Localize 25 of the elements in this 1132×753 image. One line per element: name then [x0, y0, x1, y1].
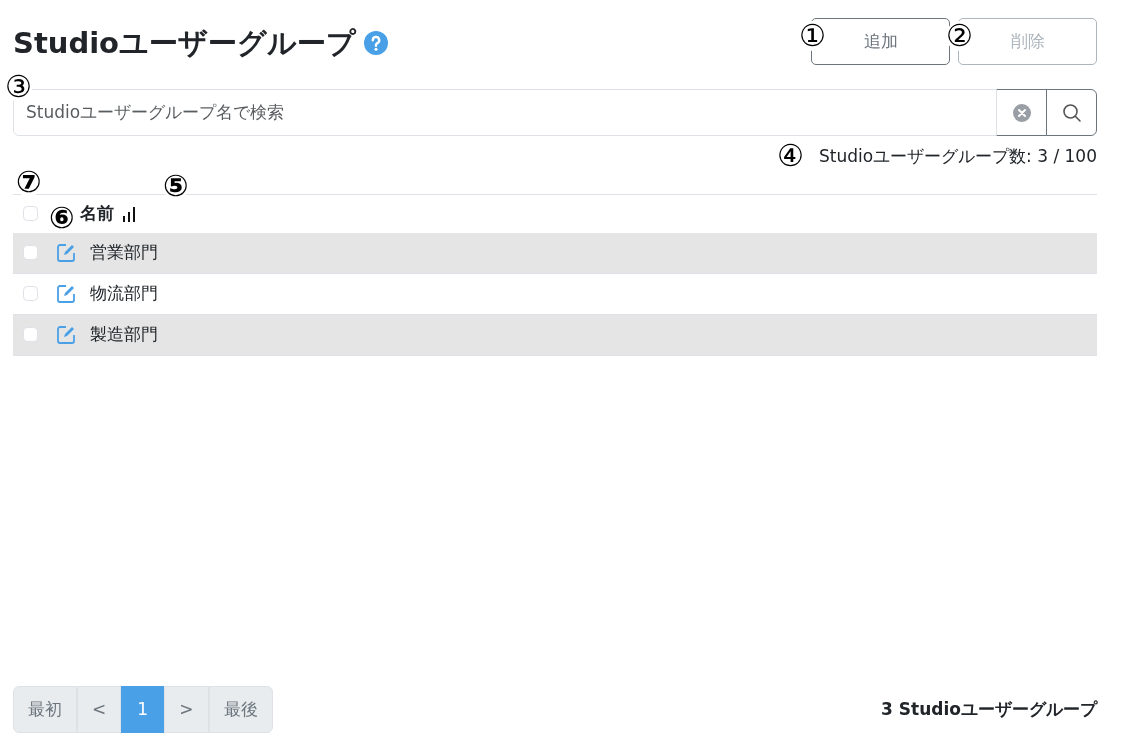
help-icon[interactable]	[364, 31, 389, 56]
search-icon	[1061, 102, 1082, 123]
page-button[interactable]: 最後	[208, 686, 273, 733]
row-checkbox[interactable]	[23, 327, 38, 342]
group-name: 物流部門	[90, 281, 158, 305]
select-all-checkbox[interactable]	[23, 206, 38, 221]
group-name: 営業部門	[90, 240, 158, 264]
callout-number: ③	[5, 72, 32, 102]
callout-number: ①	[799, 21, 826, 51]
group-name: 製造部門	[90, 322, 158, 346]
edit-icon[interactable]	[56, 283, 76, 304]
page-button[interactable]: <	[77, 686, 122, 733]
search-button[interactable]	[1046, 89, 1097, 136]
page-button[interactable]: 1	[121, 686, 165, 733]
column-header: 名前	[80, 201, 114, 225]
edit-icon[interactable]	[56, 242, 76, 263]
page-button[interactable]: 最初	[13, 686, 77, 733]
edit-icon[interactable]	[56, 324, 76, 345]
row-checkbox[interactable]	[23, 245, 38, 260]
page-button[interactable]: >	[164, 686, 209, 733]
page-title: Studioユーザーグループ	[13, 26, 357, 61]
total-count: 3 Studioユーザーグループ	[881, 697, 1097, 721]
group-count: Studioユーザーグループ数: 3 / 100	[818, 146, 1097, 166]
clear-icon[interactable]	[996, 89, 1047, 136]
row-checkbox[interactable]	[23, 286, 38, 301]
